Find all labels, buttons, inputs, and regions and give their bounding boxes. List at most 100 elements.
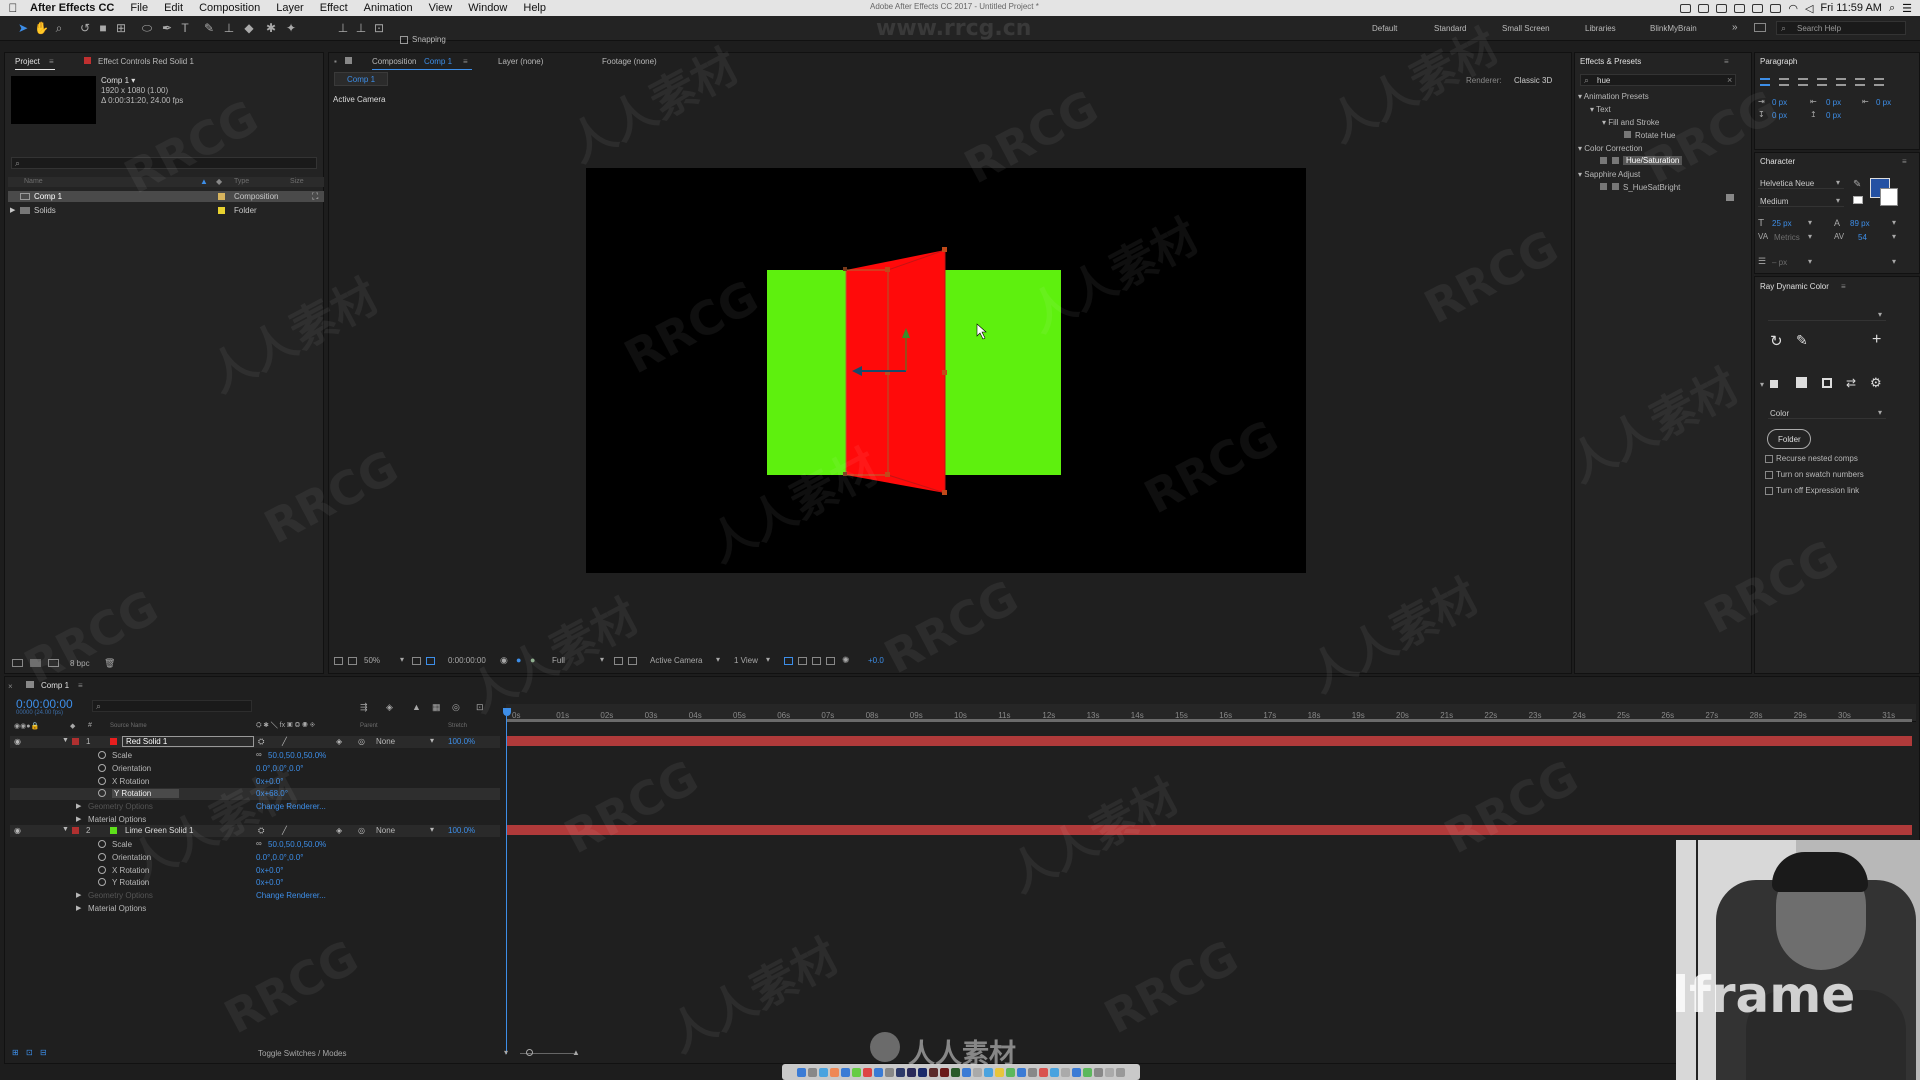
character-title[interactable]: Character (1760, 157, 1795, 166)
twirl-closed-icon[interactable]: ▶ (76, 802, 81, 810)
twirl-open-icon[interactable]: ▼ (62, 826, 69, 833)
tree-rotate-hue[interactable]: Rotate Hue (1635, 131, 1675, 140)
col-stretch[interactable]: Stretch (448, 723, 467, 729)
panel-menu-icon[interactable]: ≡ (78, 681, 83, 690)
motion-blur-icon[interactable]: ◎ (452, 702, 460, 713)
layer-row-red-solid[interactable]: ◉ ▼ 1 Red Solid 1 ⛭ ╱ ◈ ◎ None ▾ 100.0% (10, 736, 500, 748)
trash-icon[interactable] (1116, 1067, 1125, 1077)
corner-handle[interactable] (885, 472, 890, 477)
exposure-value[interactable]: +0.0 (868, 656, 884, 665)
fill-mode-icon[interactable] (1796, 377, 1807, 388)
option-expression-link[interactable]: Turn off Expression link (1765, 486, 1859, 495)
shy-switch-icon[interactable]: ⛭ (258, 826, 264, 836)
chevron-down-icon[interactable]: ▾ (1808, 218, 1812, 227)
snapping-checkbox[interactable] (400, 36, 408, 44)
property-row[interactable]: ▶ Material Options (10, 903, 500, 915)
app-icon[interactable] (1050, 1067, 1059, 1077)
project-item-comp[interactable]: Comp 1 Composition ⛶ (8, 191, 324, 202)
composition-canvas[interactable] (586, 168, 1306, 573)
snapshot-icon[interactable]: ◉ (500, 655, 508, 666)
quality-switch-icon[interactable]: ╱ (282, 737, 287, 746)
label-swatch[interactable] (218, 207, 225, 214)
app-icon[interactable] (1083, 1067, 1092, 1077)
shape-tool-icon[interactable]: ⬭ (140, 21, 154, 35)
menu-animation[interactable]: Animation (356, 2, 421, 14)
hand-tool-icon[interactable]: ✋ (34, 21, 49, 35)
channel-icon[interactable]: ● (530, 655, 535, 665)
label-swatch[interactable] (72, 827, 79, 834)
chevron-down-icon[interactable]: ▾ (766, 655, 770, 664)
apple-icon[interactable]:  (0, 1, 26, 15)
app-icon[interactable] (1061, 1067, 1070, 1077)
preview-icon[interactable] (348, 657, 357, 665)
property-row[interactable]: Y Rotation 0x+68.0° (10, 788, 500, 801)
tab-comp-name[interactable]: Comp 1 (424, 57, 452, 66)
close-tab-icon[interactable]: × (8, 682, 13, 691)
camera-select[interactable]: Active Camera (650, 656, 702, 665)
chevron-down-icon[interactable]: ▾ (400, 655, 404, 664)
property-row[interactable]: ▶ Geometry Options Change Renderer... (10, 890, 500, 902)
app-icon[interactable] (885, 1067, 894, 1077)
pen-tool-icon[interactable]: ✒ (160, 21, 174, 35)
property-value[interactable]: 0x+68.0° (256, 789, 288, 798)
menu-app[interactable]: After Effects CC (26, 2, 122, 14)
tab-effect-controls[interactable]: Effect Controls Red Solid 1 (98, 57, 194, 66)
property-value[interactable]: Change Renderer... (256, 891, 326, 900)
help-search-field[interactable]: ⌕ Search Help (1776, 21, 1906, 35)
current-time-indicator-head[interactable] (503, 708, 511, 716)
app-icon[interactable] (819, 1067, 828, 1077)
chevron-down-icon[interactable]: ▾ (1808, 257, 1812, 266)
axis-local-icon[interactable]: ⊥ (336, 21, 350, 35)
axis-world-icon[interactable]: ⊥ (354, 21, 368, 35)
spotlight-icon[interactable]: ⌕ (1889, 2, 1895, 15)
property-value[interactable]: 0x+0.0° (256, 866, 283, 875)
exposure-icon[interactable]: ✺ (842, 655, 850, 666)
stroke-mode-icon[interactable] (1822, 378, 1832, 388)
flowchart-icon[interactable] (826, 657, 835, 665)
timeline-icon[interactable] (812, 657, 821, 665)
corner-handle[interactable] (843, 267, 847, 271)
tree-s-huesatbright[interactable]: S_HueSatBright (1623, 183, 1680, 192)
font-family-select[interactable]: Helvetica Neue ▾ (1758, 178, 1844, 189)
project-search-input[interactable]: ⌕ (11, 157, 317, 169)
dropbox-icon[interactable] (1716, 3, 1728, 13)
property-row[interactable]: Orientation 0.0°,0.0°,0.0° (10, 763, 500, 775)
timeline-tab[interactable]: Comp 1 (41, 681, 69, 690)
parent-select[interactable]: None (376, 826, 395, 835)
current-time-indicator-line[interactable] (506, 716, 507, 1054)
app-icon[interactable] (830, 1067, 839, 1077)
effects-search-input[interactable]: ⌕ hue × (1580, 74, 1736, 86)
panel-menu-icon[interactable]: ≡ (1724, 57, 1729, 66)
fast-previews-icon[interactable] (798, 657, 807, 665)
lock-icon[interactable]: ▪ (334, 57, 337, 66)
label-swatch[interactable] (72, 738, 79, 745)
interpret-footage-icon[interactable] (12, 659, 23, 667)
parent-pickwhip-icon[interactable]: ◎ (358, 737, 365, 746)
viewer-timecode[interactable]: 0:00:00:00 (448, 656, 486, 665)
color-channel-icon[interactable]: ● (516, 655, 521, 665)
trash-icon[interactable]: 🗑 (104, 658, 115, 669)
checkbox[interactable] (1765, 454, 1773, 463)
dropdown-arrow-icon[interactable]: ▾ (1760, 380, 1764, 389)
volume-icon[interactable]: ◁ (1805, 2, 1813, 15)
chevron-down-icon[interactable]: ▾ (430, 825, 434, 834)
brush-tool-icon[interactable]: ✎ (202, 21, 216, 35)
no-fill-icon[interactable] (1853, 196, 1863, 204)
corner-handle[interactable] (942, 247, 947, 252)
constrain-proportions-icon[interactable]: ∞ (256, 750, 262, 759)
quality-switch-icon[interactable]: ╱ (282, 826, 287, 835)
menu-file[interactable]: File (122, 2, 156, 14)
property-row[interactable]: X Rotation 0x+0.0° (10, 776, 500, 788)
stopwatch-icon[interactable] (98, 878, 106, 887)
corner-handle[interactable] (942, 490, 947, 495)
clone-stamp-tool-icon[interactable]: ⊥ (222, 21, 236, 35)
property-row[interactable]: Orientation 0.0°,0.0°,0.0° (10, 852, 500, 864)
magnification-icon[interactable] (334, 657, 343, 665)
ray-title[interactable]: Ray Dynamic Color (1760, 282, 1829, 291)
layer-bar-lime-green-solid[interactable] (507, 825, 1912, 835)
space-after-value[interactable]: 0 px (1826, 111, 1841, 120)
justify-right-icon[interactable] (1855, 78, 1865, 86)
panel-menu-icon[interactable]: ≡ (1841, 282, 1846, 291)
comp-mini-flowchart-icon[interactable]: ⇶ (360, 702, 368, 713)
property-row[interactable]: X Rotation 0x+0.0° (10, 865, 500, 877)
